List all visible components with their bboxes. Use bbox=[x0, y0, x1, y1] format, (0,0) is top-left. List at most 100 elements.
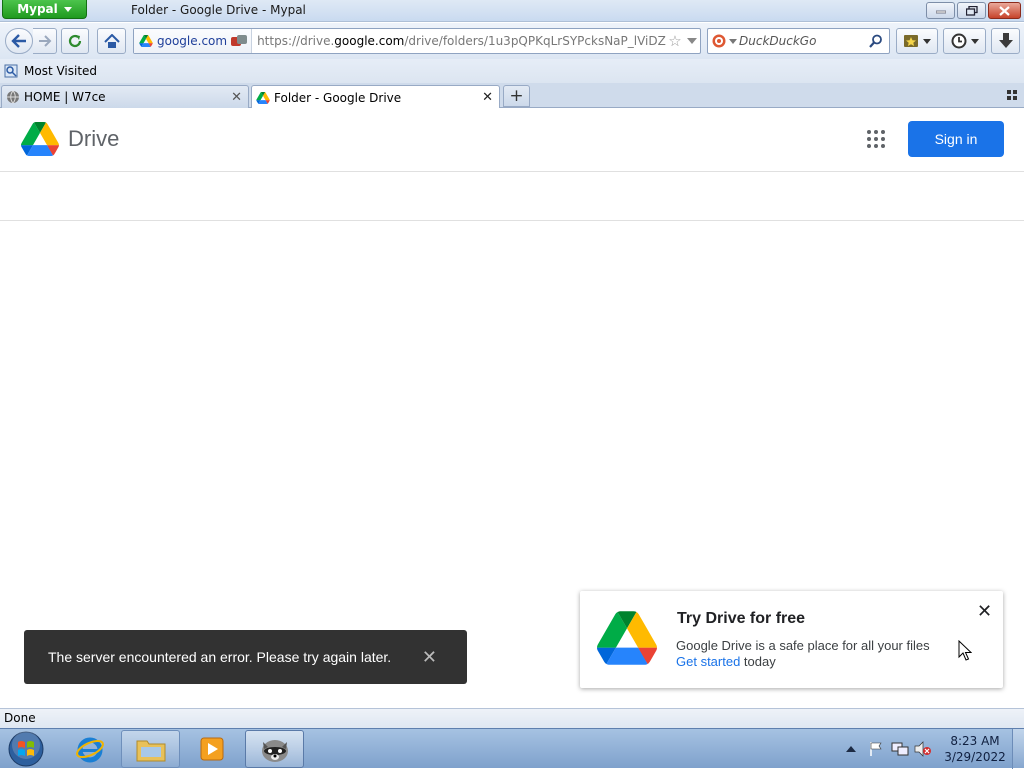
url-path: /drive/folders/1u3pQPKqLrSYPcksNaP_lViDZ… bbox=[404, 34, 666, 48]
duckduckgo-icon[interactable] bbox=[708, 34, 739, 48]
bookmarks-menu-button[interactable] bbox=[896, 28, 938, 54]
globe-icon bbox=[7, 90, 19, 104]
google-drive-favicon-icon bbox=[256, 91, 270, 104]
navigation-toolbar: google.com https://drive.google.com/driv… bbox=[0, 23, 1024, 59]
error-message: The server encountered an error. Please … bbox=[48, 649, 392, 665]
app-menu-label: Mypal bbox=[17, 2, 58, 16]
volume-muted-icon[interactable] bbox=[914, 741, 932, 757]
clock-icon bbox=[951, 33, 966, 49]
status-bar: Done bbox=[0, 708, 1024, 728]
most-visited-bookmark[interactable]: Most Visited bbox=[24, 64, 97, 78]
bookmarks-toolbar: Most Visited bbox=[0, 59, 1024, 83]
reload-icon bbox=[68, 34, 82, 48]
close-tab-icon[interactable]: ✕ bbox=[482, 90, 493, 105]
url-domain: google.com bbox=[334, 34, 405, 48]
url-history-dropdown[interactable] bbox=[684, 38, 700, 44]
chevron-down-icon bbox=[729, 38, 737, 44]
close-promo-icon[interactable]: ✕ bbox=[977, 601, 992, 622]
get-started-link[interactable]: Get started bbox=[676, 654, 740, 669]
promo-cta-row: Get started today bbox=[676, 654, 776, 669]
taskbar-media-player[interactable] bbox=[182, 730, 241, 768]
google-drive-logo-icon[interactable] bbox=[21, 122, 59, 156]
media-player-icon bbox=[200, 737, 223, 761]
status-text: Done bbox=[4, 711, 36, 725]
page-content: Drive Sign in The server encountered an … bbox=[0, 108, 1024, 708]
addon-badge-icon bbox=[231, 35, 248, 46]
start-button[interactable] bbox=[4, 730, 48, 768]
site-identity-label: google.com bbox=[157, 34, 228, 48]
tab-home-w7ce[interactable]: HOME | W7ce ✕ bbox=[1, 85, 249, 108]
download-arrow-icon bbox=[998, 33, 1013, 48]
internet-explorer-icon bbox=[75, 737, 104, 763]
home-icon bbox=[103, 33, 120, 48]
promo-cta-suffix: today bbox=[740, 654, 776, 669]
search-icon[interactable] bbox=[869, 34, 883, 48]
google-apps-grid-icon[interactable] bbox=[865, 128, 887, 150]
taskbar-file-explorer[interactable] bbox=[121, 730, 180, 768]
drive-brand-title[interactable]: Drive bbox=[68, 126, 119, 152]
close-tab-icon[interactable]: ✕ bbox=[231, 90, 242, 105]
taskbar-mypal-browser[interactable] bbox=[245, 730, 304, 768]
restore-icon bbox=[965, 5, 978, 16]
search-input[interactable] bbox=[739, 34, 869, 48]
try-drive-promo-card: Try Drive for free Google Drive is a saf… bbox=[580, 591, 1003, 688]
chevron-down-icon bbox=[970, 38, 979, 44]
forward-arrow-icon bbox=[38, 35, 51, 47]
error-snackbar: The server encountered an error. Please … bbox=[24, 630, 467, 684]
downloads-button[interactable] bbox=[991, 28, 1020, 54]
restore-button[interactable] bbox=[957, 2, 986, 19]
network-icon[interactable] bbox=[891, 741, 909, 757]
show-desktop-button[interactable] bbox=[1012, 729, 1024, 769]
tab-label: Folder - Google Drive bbox=[274, 90, 402, 105]
taskbar-internet-explorer[interactable] bbox=[60, 730, 119, 768]
list-all-tabs-icon[interactable] bbox=[1007, 90, 1017, 100]
duckduckgo-logo-icon bbox=[712, 34, 726, 48]
minimize-button[interactable] bbox=[926, 2, 955, 19]
home-button[interactable] bbox=[97, 28, 126, 54]
folder-icon bbox=[136, 740, 165, 762]
tab-google-drive[interactable]: Folder - Google Drive ✕ bbox=[251, 85, 500, 109]
bookmark-star-icon[interactable]: ☆ bbox=[666, 32, 684, 50]
address-bar[interactable]: google.com https://drive.google.com/driv… bbox=[133, 28, 701, 54]
action-center-flag-icon[interactable] bbox=[868, 741, 884, 757]
windows-taskbar: 8:23 AM 3/29/2022 bbox=[0, 728, 1024, 769]
raccoon-icon bbox=[261, 740, 288, 762]
url-prefix: https://drive. bbox=[257, 34, 335, 48]
back-button[interactable] bbox=[5, 28, 33, 54]
chevron-down-icon bbox=[63, 6, 72, 12]
tab-strip: HOME | W7ce ✕ Folder - Google Drive ✕ + bbox=[0, 83, 1024, 109]
search-box[interactable] bbox=[707, 28, 890, 54]
chevron-down-icon bbox=[923, 38, 931, 44]
close-snackbar-icon[interactable]: ✕ bbox=[422, 647, 437, 668]
promo-description: Google Drive is a safe place for all you… bbox=[676, 638, 930, 653]
reload-button[interactable] bbox=[61, 28, 89, 54]
sign-in-button[interactable]: Sign in bbox=[908, 121, 1004, 157]
clock[interactable]: 8:23 AM 3/29/2022 bbox=[940, 733, 1010, 765]
title-bar: Mypal Folder - Google Drive - Mypal bbox=[0, 0, 1024, 22]
close-window-button[interactable] bbox=[988, 2, 1021, 19]
back-arrow-icon bbox=[11, 34, 26, 48]
plus-icon: + bbox=[509, 86, 524, 106]
url-text[interactable]: https://drive.google.com/drive/folders/1… bbox=[252, 34, 666, 48]
window-title: Folder - Google Drive - Mypal bbox=[131, 3, 306, 17]
minimize-icon bbox=[935, 10, 946, 13]
google-drive-favicon-icon bbox=[139, 35, 153, 47]
drive-header: Drive Sign in bbox=[0, 108, 1024, 172]
most-visited-folder-icon bbox=[4, 64, 18, 78]
drive-toolbar bbox=[0, 172, 1024, 221]
new-tab-button[interactable]: + bbox=[503, 85, 530, 107]
chevron-down-icon bbox=[687, 38, 697, 44]
site-identity-button[interactable]: google.com bbox=[134, 29, 253, 53]
mouse-cursor-icon bbox=[958, 640, 972, 661]
history-menu-button[interactable] bbox=[943, 28, 986, 54]
close-icon bbox=[999, 5, 1010, 16]
app-menu-button[interactable]: Mypal bbox=[2, 0, 87, 19]
bookmarks-icon bbox=[904, 35, 918, 47]
clock-date: 3/29/2022 bbox=[944, 750, 1006, 764]
browser-window: Mypal Folder - Google Drive - Mypal goog… bbox=[0, 0, 1024, 769]
promo-title: Try Drive for free bbox=[677, 610, 806, 627]
show-hidden-icons-icon[interactable] bbox=[846, 745, 856, 753]
forward-button[interactable] bbox=[33, 28, 57, 54]
google-drive-logo-icon bbox=[597, 611, 657, 665]
tab-label: HOME | W7ce bbox=[24, 90, 106, 104]
